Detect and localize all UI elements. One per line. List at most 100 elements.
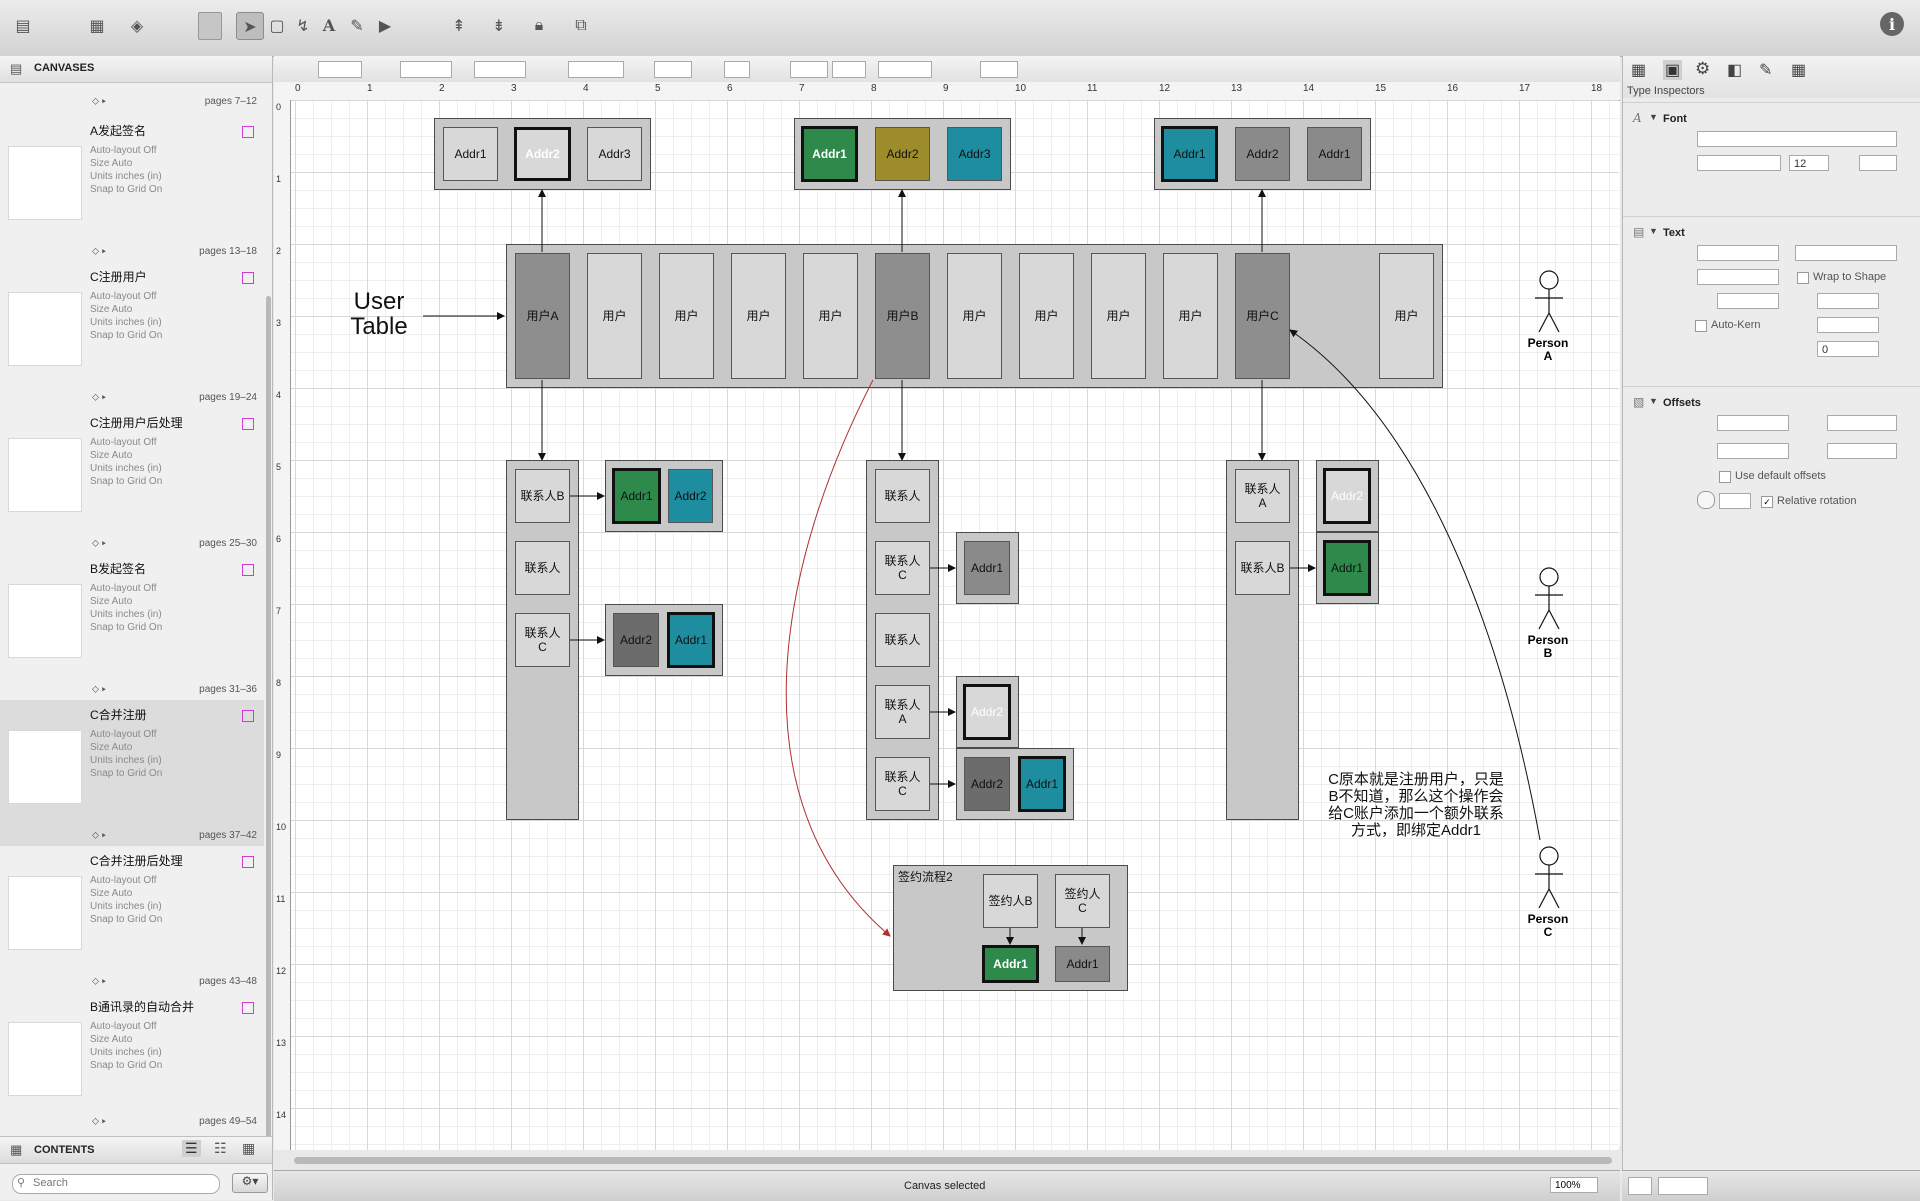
canvas-marker-icon: [242, 1002, 254, 1014]
canvas-thumbnail[interactable]: [8, 292, 82, 366]
info-icon[interactable]: i: [1880, 12, 1904, 36]
canvas-meta: Auto-layout Off: [90, 1021, 157, 1032]
use-default-offsets-checkbox[interactable]: [1719, 471, 1731, 483]
disclosure-icon[interactable]: ▼: [1649, 396, 1658, 406]
text-placement-segmented[interactable]: [1697, 269, 1779, 285]
canvas-meta: Snap to Grid On: [90, 184, 163, 195]
type-inspector-icon[interactable]: ▣: [1663, 60, 1683, 80]
stroke-width-stepper[interactable]: [832, 61, 866, 78]
font-size-field[interactable]: 12: [1789, 155, 1829, 171]
offset-bottom-field[interactable]: [1827, 443, 1897, 459]
selection-tool-icon[interactable]: ➤: [236, 12, 264, 40]
inspector-title: Type Inspectors: [1627, 85, 1705, 97]
grid-icon[interactable]: ▦: [1791, 60, 1806, 80]
canvas-thumbnail[interactable]: [8, 146, 82, 220]
line-tool-icon[interactable]: ↯: [290, 12, 316, 38]
offset-right-field[interactable]: [1717, 443, 1789, 459]
bring-forward-icon[interactable]: ⇞: [446, 12, 472, 38]
canvas-meta: Units inches (in): [90, 317, 162, 328]
layers-small-icon: ⬦ ▸: [92, 538, 107, 549]
settings-gear-icon[interactable]: ⚙▾: [232, 1173, 268, 1193]
offset-top-field[interactable]: [1827, 415, 1897, 431]
wrap-to-shape-checkbox[interactable]: [1797, 272, 1809, 284]
baseline-field[interactable]: 0: [1817, 341, 1879, 357]
relative-rotation-checkbox[interactable]: ✓: [1761, 496, 1773, 508]
rotation-field[interactable]: [1719, 493, 1751, 509]
fill-preview[interactable]: [1628, 1177, 1652, 1195]
font-family-dropdown[interactable]: [1697, 131, 1897, 147]
send-backward-icon[interactable]: ⇟: [486, 12, 512, 38]
canvas-thumbnail[interactable]: [8, 730, 82, 804]
canvas-item[interactable]: A发起签名 Auto-layout Off Size Auto Units inch…: [0, 116, 264, 262]
outline-view-icon[interactable]: ☷: [214, 1140, 227, 1157]
group-icon[interactable]: ⧉: [568, 12, 594, 38]
auto-kern-checkbox[interactable]: [1695, 320, 1707, 332]
shadow-style-button[interactable]: [724, 61, 750, 78]
x-position-field[interactable]: [318, 61, 362, 78]
canvas-marker-icon: [242, 856, 254, 868]
line-spacing-field[interactable]: [1717, 293, 1779, 309]
horizontal-align-segmented[interactable]: [1795, 245, 1897, 261]
rotation-dial[interactable]: [1697, 491, 1715, 509]
kern-field[interactable]: [1817, 317, 1879, 333]
canvas-meta: Auto-layout Off: [90, 145, 157, 156]
corner-radius-field[interactable]: [878, 61, 932, 78]
zoom-dropdown[interactable]: 100%: [1550, 1177, 1598, 1193]
canvas-meta: Units inches (in): [90, 755, 162, 766]
ruler-tick: 15: [1375, 83, 1387, 94]
disclosure-icon[interactable]: ▼: [1649, 112, 1658, 122]
style-swatch-icon[interactable]: [198, 12, 222, 40]
y-position-field[interactable]: [400, 61, 452, 78]
offset-left-field[interactable]: [1717, 415, 1789, 431]
ruler-tick: 10: [276, 822, 287, 832]
search-icon: ⚲: [17, 1177, 26, 1189]
document-icon[interactable]: ✎: [1759, 60, 1772, 80]
width-field[interactable]: [474, 61, 526, 78]
canvas-horizontal-scrollbar[interactable]: [294, 1157, 1612, 1164]
inspector-tabs: ▦ ▣ ⚙ ◧ ✎ ▦ Type Inspectors: [1623, 56, 1920, 98]
layers-icon[interactable]: ◈: [124, 12, 150, 38]
font-style-dropdown[interactable]: [1697, 155, 1781, 171]
canvas-item[interactable]: C注册用户后处理 Auto-layout Off Size Auto Units i…: [0, 408, 264, 554]
canvas-thumbnail[interactable]: [8, 584, 82, 658]
sidebar-toggle-icon[interactable]: ▤: [10, 12, 36, 38]
canvas-item[interactable]: B发起签名 Auto-layout Off Size Auto Units inch…: [0, 554, 264, 700]
vertical-align-segmented[interactable]: [1697, 245, 1779, 261]
height-field[interactable]: [568, 61, 624, 78]
canvas-thumbnail[interactable]: [8, 438, 82, 512]
layers-small-icon: ⬦ ▸: [92, 976, 107, 987]
canvas-meta: Size Auto: [90, 596, 133, 607]
properties-icon[interactable]: ▦: [1631, 60, 1646, 80]
play-icon[interactable]: ▶: [372, 12, 398, 38]
text-tool-icon[interactable]: A: [316, 12, 342, 38]
ruler-tick: 1: [276, 174, 282, 184]
lock-icon[interactable]: 🔒︎: [526, 12, 552, 38]
grid-view-icon[interactable]: ▦: [242, 1140, 255, 1157]
stroke-style-dropdown[interactable]: [790, 61, 828, 78]
disclosure-icon[interactable]: ▼: [1649, 226, 1658, 236]
list-view-icon[interactable]: ☰: [182, 1140, 201, 1157]
canvas-item[interactable]: C注册用户 Auto-layout Off Size Auto Units inch…: [0, 262, 264, 408]
canvas-meta: Snap to Grid On: [90, 1060, 163, 1071]
font-color-well[interactable]: [1859, 155, 1897, 171]
search-input[interactable]: ⚲ Search: [12, 1174, 220, 1194]
sidebar-scrollbar[interactable]: [266, 296, 271, 1146]
canvas-grid[interactable]: [291, 100, 1619, 1150]
ruler-tick: 2: [276, 246, 282, 256]
line-pattern-dropdown[interactable]: [980, 61, 1018, 78]
canvas-item[interactable]: C合并注册 Auto-layout Off Size Auto Units inch…: [0, 700, 264, 846]
fill-style-dropdown[interactable]: [654, 61, 692, 78]
ruler-tick: 14: [276, 1110, 287, 1120]
canvas-item[interactable]: C合并注册后处理 Auto-layout Off Size Auto Units i…: [0, 846, 264, 992]
canvas-thumbnail[interactable]: [8, 1022, 82, 1096]
ruler-tick: 14: [1303, 83, 1315, 94]
gear-icon[interactable]: ⚙: [1695, 59, 1710, 79]
pen-tool-icon[interactable]: ✎: [344, 12, 370, 38]
canvas-thumbnail[interactable]: [8, 876, 82, 950]
stroke-preview[interactable]: [1658, 1177, 1708, 1195]
canvas-list-icon[interactable]: ▦: [84, 12, 110, 38]
ruler-tick: 6: [276, 534, 282, 544]
char-spacing-field[interactable]: [1817, 293, 1879, 309]
shape-tool-icon[interactable]: ▢: [264, 12, 290, 38]
canvas-icon[interactable]: ◧: [1727, 60, 1742, 80]
